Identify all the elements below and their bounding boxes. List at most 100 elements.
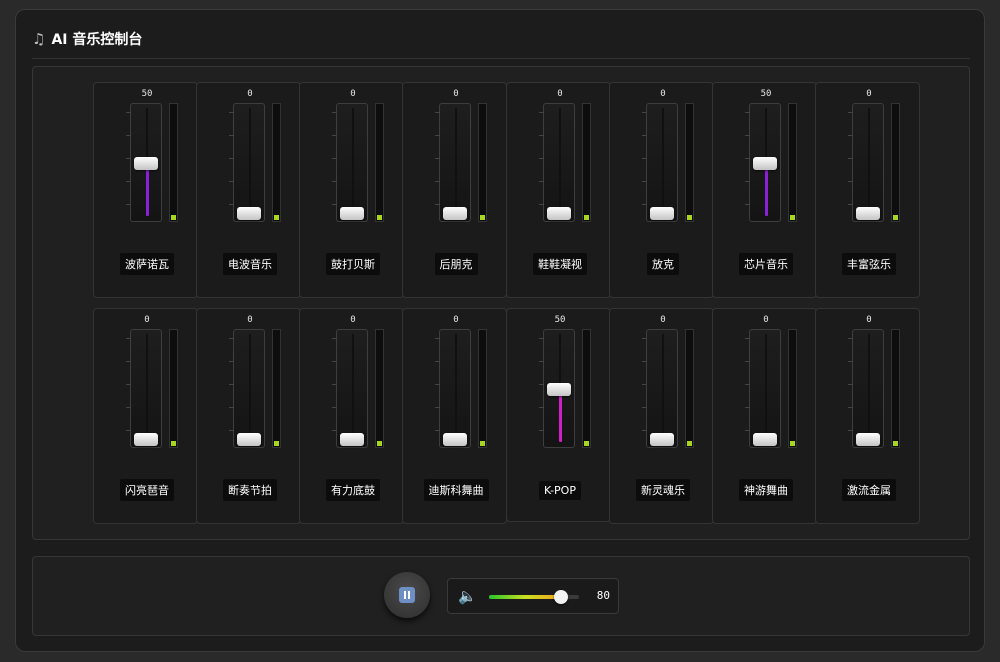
fader-knob[interactable] — [753, 157, 777, 170]
fader-track[interactable] — [745, 329, 781, 448]
fader-track[interactable] — [848, 103, 884, 222]
channel-strip: 0 神游舞曲 — [712, 308, 817, 524]
scale-tick — [126, 384, 131, 385]
scale-tick — [435, 112, 440, 113]
fader-knob[interactable] — [340, 433, 364, 446]
channel-strip: 0 鼓打贝斯 — [299, 82, 404, 298]
fader-knob[interactable] — [856, 433, 880, 446]
fader-track[interactable] — [539, 329, 575, 448]
channel-strip: 50 K-POP — [506, 308, 611, 522]
scale-tick — [539, 204, 544, 205]
fader-knob[interactable] — [237, 433, 261, 446]
scale-tick — [745, 361, 750, 362]
fader-track[interactable] — [332, 329, 368, 448]
level-meter — [582, 103, 591, 222]
scale-tick — [642, 112, 647, 113]
play-pause-button[interactable] — [384, 572, 430, 618]
channel-value: 0 — [144, 315, 150, 325]
fader-slot — [868, 334, 870, 443]
fader-track[interactable] — [642, 329, 678, 448]
fader-knob[interactable] — [134, 157, 158, 170]
channel-label: 激流金属 — [842, 479, 896, 501]
fader-slot — [662, 108, 664, 217]
fader-track[interactable] — [848, 329, 884, 448]
scale-tick — [642, 204, 647, 205]
volume-slider-knob[interactable] — [554, 590, 568, 604]
meter-level — [893, 215, 898, 220]
scale-tick — [332, 181, 337, 182]
fader-track[interactable] — [539, 103, 575, 222]
meter-level — [274, 441, 279, 446]
fader-track[interactable] — [229, 103, 265, 222]
level-meter — [375, 103, 384, 222]
scale-tick — [126, 430, 131, 431]
channel-value: 0 — [557, 89, 563, 99]
fader-knob[interactable] — [237, 207, 261, 220]
scale-tick — [642, 338, 647, 339]
fader-slot — [868, 108, 870, 217]
speaker-icon[interactable]: 🔈 — [458, 587, 477, 605]
scale-tick — [229, 361, 234, 362]
level-meter — [169, 329, 178, 448]
scale-tick — [332, 361, 337, 362]
channel-value: 0 — [453, 315, 459, 325]
fader-knob[interactable] — [753, 433, 777, 446]
channel-strip: 0 断奏节拍 — [196, 308, 301, 524]
fader-track[interactable] — [745, 103, 781, 222]
meter-level — [171, 441, 176, 446]
scale-tick — [332, 204, 337, 205]
scale-tick — [848, 384, 853, 385]
fader-knob[interactable] — [547, 207, 571, 220]
channel-value: 0 — [247, 89, 253, 99]
fader-track[interactable] — [642, 103, 678, 222]
channel-label: 闪亮琶音 — [120, 479, 174, 501]
meter-level — [687, 215, 692, 220]
scale-tick — [332, 135, 337, 136]
fader-knob[interactable] — [443, 433, 467, 446]
meter-level — [584, 441, 589, 446]
scale-tick — [229, 407, 234, 408]
meter-level — [584, 215, 589, 220]
fader-track[interactable] — [229, 329, 265, 448]
scale-tick — [435, 430, 440, 431]
channel-value: 0 — [763, 315, 769, 325]
scale-tick — [435, 158, 440, 159]
scale-tick — [745, 430, 750, 431]
fader-track[interactable] — [332, 103, 368, 222]
fader-fill — [559, 389, 562, 442]
channel-strip: 50 波萨诺瓦 — [93, 82, 198, 298]
scale-tick — [745, 407, 750, 408]
fader-knob[interactable] — [340, 207, 364, 220]
channel-strip: 0 迪斯科舞曲 — [402, 308, 507, 524]
fader-fill — [146, 163, 149, 216]
level-meter — [788, 103, 797, 222]
scale-tick — [745, 158, 750, 159]
scale-tick — [642, 361, 647, 362]
scale-tick — [539, 338, 544, 339]
fader-knob[interactable] — [134, 433, 158, 446]
scale-tick — [332, 407, 337, 408]
channel-label: 电波音乐 — [223, 253, 277, 275]
volume-control: 🔈 80 — [447, 578, 619, 614]
scale-tick — [435, 361, 440, 362]
transport-panel: 🔈 80 — [32, 556, 970, 636]
scale-tick — [745, 204, 750, 205]
fader-knob[interactable] — [856, 207, 880, 220]
scale-tick — [539, 135, 544, 136]
fader-knob[interactable] — [443, 207, 467, 220]
fader-knob[interactable] — [650, 433, 674, 446]
channel-label: 断奏节拍 — [223, 479, 277, 501]
fader-track[interactable] — [435, 329, 471, 448]
fader-slot — [352, 334, 354, 443]
scale-tick — [539, 361, 544, 362]
fader-track[interactable] — [435, 103, 471, 222]
volume-slider[interactable] — [489, 590, 579, 604]
channel-label: 丰富弦乐 — [842, 253, 896, 275]
scale-tick — [229, 158, 234, 159]
fader-track[interactable] — [126, 103, 162, 222]
level-meter — [685, 103, 694, 222]
fader-knob[interactable] — [547, 383, 571, 396]
fader-knob[interactable] — [650, 207, 674, 220]
fader-track[interactable] — [126, 329, 162, 448]
scale-tick — [435, 204, 440, 205]
